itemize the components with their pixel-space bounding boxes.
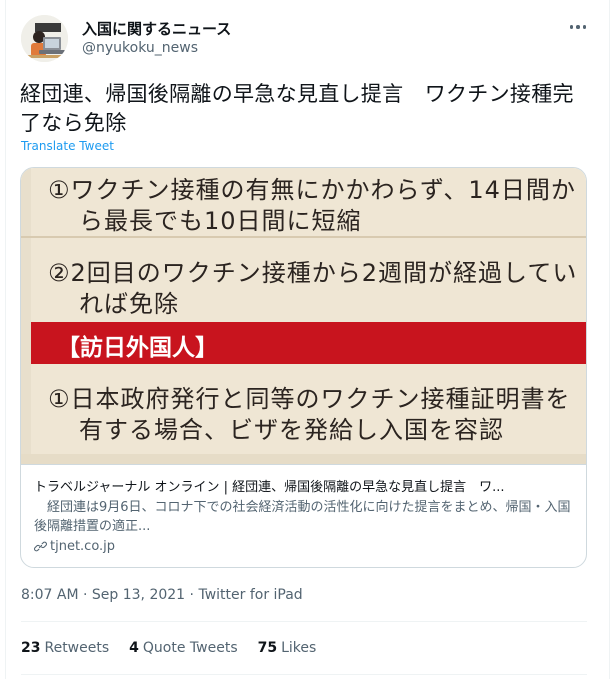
image-text-line: れば免除 (79, 290, 179, 318)
meta-separator: · (189, 587, 194, 603)
avatar[interactable] (21, 15, 68, 62)
retweets-count: 23 (21, 640, 41, 656)
column-border-right (609, 0, 610, 679)
stats-divider-bottom (21, 674, 587, 675)
stats-divider-top (21, 621, 587, 622)
display-name[interactable]: 入国に関するニュース (82, 18, 231, 39)
image-bottom-strip (21, 454, 586, 464)
link-card[interactable]: ①ワクチン接種の有無にかかわらず、14日間か ら最長でも10日間に短縮 ②2回目… (20, 167, 587, 568)
tweet-text: 経団連、帰国後隔離の早急な見直し提言 ワクチン接種完了なら免除 (20, 82, 574, 135)
translate-tweet-link[interactable]: Translate Tweet (21, 139, 114, 153)
more-options-button[interactable] (564, 16, 592, 38)
likes-stat[interactable]: 75 Likes (258, 640, 317, 656)
tweet-date[interactable]: Sep 13, 2021 (92, 587, 185, 603)
image-band-label: 【訪日外国人】 (57, 335, 218, 361)
tweet-time[interactable]: 8:07 AM (21, 587, 79, 603)
image-text-line: ①ワクチン接種の有無にかかわらず、14日間か (48, 176, 576, 204)
link-icon (34, 541, 47, 552)
more-dot-icon (582, 25, 587, 29)
meta-separator: · (83, 587, 88, 603)
more-dot-icon (569, 25, 574, 29)
image-red-band: 【訪日外国人】 (31, 322, 586, 364)
image-text-line: ①日本政府発行と同等のワクチン接種証明書を (48, 385, 571, 413)
image-edge (21, 168, 31, 464)
handle[interactable]: @nyukoku_news (82, 40, 198, 56)
likes-count: 75 (257, 640, 278, 656)
quote-tweets-label: Quote Tweets (142, 640, 238, 656)
card-divider (21, 464, 586, 465)
image-text-line: ら最長でも10日間に短縮 (79, 207, 362, 235)
image-text-line: 有する場合、ビザを発給し入国を容認 (79, 416, 504, 444)
retweets-label: Retweets (44, 640, 110, 656)
more-dot-icon (576, 25, 580, 29)
card-description: 経団連は9月6日、コロナ下での社会経済活動の活性化に向けた提言をまとめ、帰国・入… (34, 500, 571, 534)
quote-tweets-stat[interactable]: 4 Quote Tweets (129, 640, 237, 656)
laptop-person-avatar-icon (21, 15, 68, 62)
likes-label: Likes (281, 640, 317, 656)
card-domain-text: tjnet.co.jp (50, 539, 116, 554)
tweet-meta: 8:07 AM · Sep 13, 2021 · Twitter for iPa… (21, 587, 303, 603)
card-domain[interactable]: tjnet.co.jp (34, 539, 115, 554)
image-text-line: ②2回目のワクチン接種から2週間が経過してい (48, 259, 578, 287)
card-title[interactable]: トラベルジャーナル オンライン | 経団連、帰国後隔離の早急な見直し提言 ワ..… (34, 476, 574, 495)
column-border-left (5, 0, 6, 679)
quote-tweets-count: 4 (129, 640, 139, 656)
tweet-source[interactable]: Twitter for iPad (198, 587, 302, 603)
card-image: ①ワクチン接種の有無にかかわらず、14日間か ら最長でも10日間に短縮 ②2回目… (21, 168, 586, 464)
tweet: 入国に関するニュース @nyukoku_news 経団連、帰国後隔離の早急な見直… (0, 0, 614, 679)
image-divider (21, 236, 586, 238)
engagement-stats: 23 Retweets 4 Quote Tweets 75 Likes (21, 640, 336, 656)
retweets-stat[interactable]: 23 Retweets (21, 640, 109, 656)
